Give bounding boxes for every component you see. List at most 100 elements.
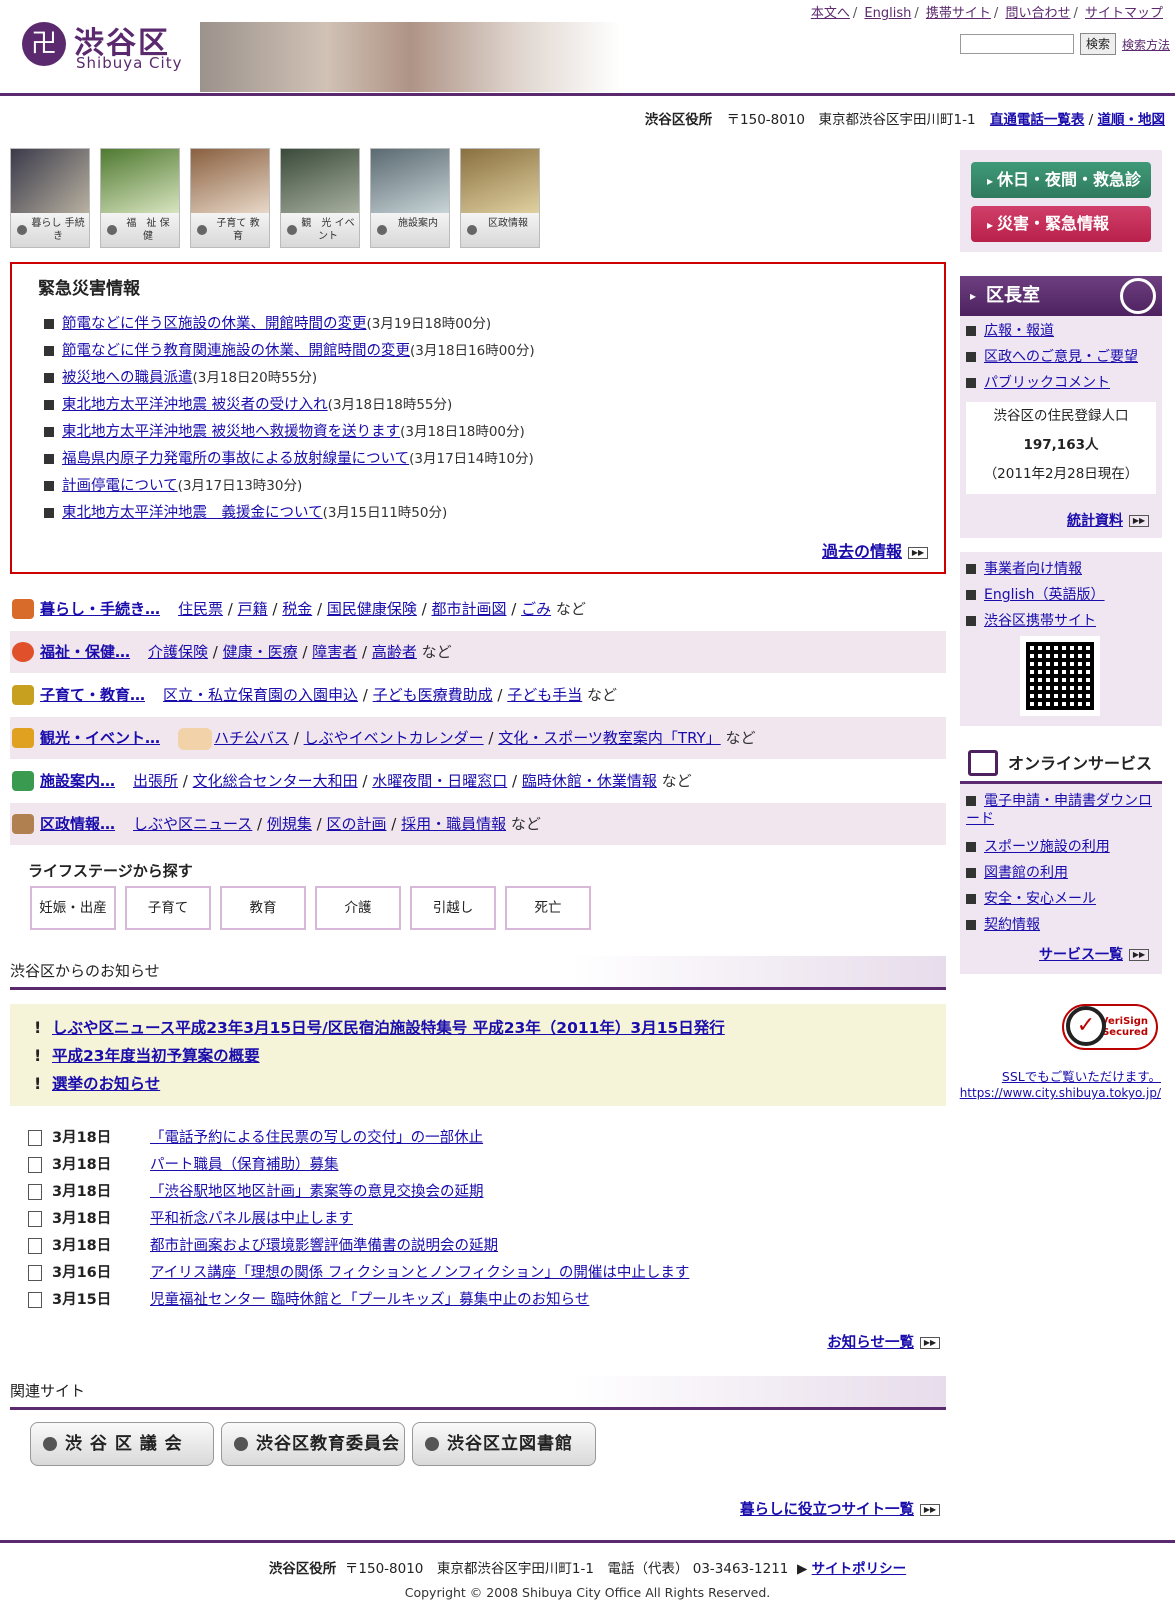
category-link[interactable]: 障害者: [312, 643, 357, 661]
useful-sites-label[interactable]: 暮らしに役立つサイト一覧: [740, 1502, 914, 1518]
category-link[interactable]: しぶやイベントカレンダー: [304, 729, 484, 747]
nav-icon-welfare[interactable]: 福 祉 保 健: [100, 148, 180, 248]
nav-icon-tourism[interactable]: 観 光 イベント: [280, 148, 360, 248]
category-link[interactable]: 区立・私立保育園の入園申込: [163, 686, 358, 704]
news-link[interactable]: 「電話予約による住民票の写しの交付」の一部休止: [150, 1130, 483, 1146]
category-link[interactable]: ハチ公バス: [214, 729, 289, 747]
category-link[interactable]: 国民健康保険: [327, 600, 417, 618]
emergency-link[interactable]: 東北地方太平洋沖地震 被災者の受け入れ: [62, 397, 328, 413]
link-library[interactable]: 図書館の利用: [984, 865, 1068, 881]
category-link[interactable]: 区の計画: [326, 815, 386, 833]
mayor-heading-label[interactable]: 区長室: [986, 285, 1040, 306]
news-link[interactable]: 「渋谷駅地区地区計画」素案等の意見交換会の延期: [150, 1184, 484, 1200]
related-library-button[interactable]: 渋谷区立図書館: [412, 1422, 596, 1466]
category-link[interactable]: 水曜夜間・日曜窓口: [372, 772, 507, 790]
news-link[interactable]: アイリス講座「理想の関係 フィクションとノンフィクション」の開催は中止します: [150, 1265, 689, 1281]
link-phone-list[interactable]: 直通電話一覧表: [990, 112, 1085, 128]
category-link[interactable]: 採用・職員情報: [401, 815, 506, 833]
link-contracts[interactable]: 契約情報: [984, 917, 1040, 933]
mayor-link-pr[interactable]: 広報・報道: [984, 323, 1054, 339]
emergency-link[interactable]: 計画停電について: [62, 478, 178, 494]
mayor-link-opinion[interactable]: 区政へのご意見・ご要望: [984, 349, 1138, 365]
emergency-link[interactable]: 東北地方太平洋沖地震 義援金について: [62, 505, 323, 521]
link-business[interactable]: 事業者向け情報: [984, 561, 1082, 577]
life-stage-pregnancy[interactable]: 妊娠・出産: [30, 886, 116, 930]
news-all-label[interactable]: お知らせ一覧: [827, 1335, 914, 1351]
category-link[interactable]: 子ども手当: [507, 686, 582, 704]
life-stage-death[interactable]: 死亡: [505, 886, 591, 930]
category-link[interactable]: 高齢者: [372, 643, 417, 661]
category-link[interactable]: 文化・スポーツ教室案内「TRY」: [498, 729, 721, 747]
life-stage-childcare[interactable]: 子育て: [125, 886, 211, 930]
past-info-label[interactable]: 過去の情報: [822, 542, 902, 561]
category-title[interactable]: 福祉・保健…: [40, 643, 130, 661]
category-link[interactable]: 文化総合センター大和田: [193, 772, 358, 790]
link-sitemap[interactable]: サイトマップ: [1085, 6, 1163, 21]
category-link[interactable]: 健康・医療: [223, 643, 298, 661]
emergency-link[interactable]: 東北地方太平洋沖地震 被災地へ救援物資を送ります: [62, 424, 400, 440]
search-input[interactable]: [960, 34, 1074, 54]
news-link[interactable]: 都市計画案および環境影響評価準備書の説明会の延期: [150, 1238, 498, 1254]
city-emblem-icon[interactable]: 卍: [22, 22, 66, 66]
emergency-link[interactable]: 節電などに伴う教育関連施設の休業、開館時間の変更: [62, 343, 410, 359]
past-info-link[interactable]: 過去の情報 ▶▶: [822, 538, 928, 562]
category-link[interactable]: 税金: [282, 600, 312, 618]
emergency-link[interactable]: 福島県内原子力発電所の事故による放射線量について: [62, 451, 409, 467]
category-title[interactable]: 区政情報…: [40, 815, 115, 833]
mayor-link-comment[interactable]: パブリックコメント: [984, 375, 1110, 391]
link-english[interactable]: English: [864, 6, 911, 21]
site-policy-link[interactable]: サイトポリシー: [812, 1561, 907, 1577]
link-safety-mail[interactable]: 安全・安心メール: [984, 891, 1096, 907]
category-link[interactable]: 例規集: [267, 815, 312, 833]
search-help-link[interactable]: 検索方法: [1122, 36, 1170, 53]
useful-sites-link[interactable]: 暮らしに役立つサイト一覧 ▶▶: [740, 1498, 940, 1519]
nav-icon-administration[interactable]: 区政情報: [460, 148, 540, 248]
category-link[interactable]: ごみ: [521, 600, 551, 618]
mayor-heading[interactable]: 区長室: [960, 276, 1162, 316]
category-link[interactable]: 出張所: [133, 772, 178, 790]
stats-link[interactable]: 統計資料 ▶▶: [1067, 510, 1149, 530]
category-title[interactable]: 施設案内…: [40, 772, 115, 790]
life-stage-nursing[interactable]: 介護: [315, 886, 401, 930]
link-main-content[interactable]: 本文へ: [811, 6, 850, 21]
category-link[interactable]: 都市計画図: [431, 600, 506, 618]
category-title[interactable]: 子育て・教育…: [40, 686, 145, 704]
stats-label[interactable]: 統計資料: [1067, 513, 1123, 529]
emergency-link[interactable]: 節電などに伴う区施設の休業、開館時間の変更: [62, 316, 367, 332]
category-title[interactable]: 観光・イベント…: [40, 729, 160, 747]
disaster-info-button[interactable]: 災害・緊急情報: [971, 206, 1151, 242]
news-link[interactable]: 平和祈念パネル展は中止します: [150, 1211, 353, 1227]
related-education-board-button[interactable]: 渋谷区教育委員会: [221, 1422, 405, 1466]
category-link[interactable]: 住民票: [178, 600, 223, 618]
category-link[interactable]: 戸籍: [238, 600, 268, 618]
highlight-link[interactable]: 選挙のお知らせ: [52, 1075, 160, 1093]
link-english-version[interactable]: English（英語版）: [984, 587, 1105, 603]
life-stage-moving[interactable]: 引越し: [410, 886, 496, 930]
link-mobile-site[interactable]: 渋谷区携帯サイト: [984, 613, 1096, 629]
link-map[interactable]: 道順・地図: [1098, 112, 1166, 128]
link-mobile[interactable]: 携帯サイト: [926, 6, 991, 21]
ssl-link[interactable]: SSLでもご覧いただけます。: [1002, 1066, 1161, 1085]
news-link[interactable]: パート職員（保育補助）募集: [150, 1157, 339, 1173]
highlight-link[interactable]: しぶや区ニュース平成23年3月15日号/区民宿泊施設特集号 平成23年（2011…: [52, 1019, 725, 1037]
category-title[interactable]: 暮らし・手続き…: [40, 600, 160, 618]
category-link[interactable]: しぶや区ニュース: [133, 815, 252, 833]
news-link[interactable]: 児童福祉センター 臨時休館と「プールキッズ」募集中止のお知らせ: [150, 1292, 589, 1308]
nav-icon-living[interactable]: 暮らし 手続き: [10, 148, 90, 248]
link-e-application[interactable]: 電子申請・申請書ダウンロード: [966, 793, 1152, 827]
category-link[interactable]: 臨時休館・休業情報: [522, 772, 657, 790]
life-stage-education[interactable]: 教育: [220, 886, 306, 930]
service-list-link[interactable]: サービス一覧 ▶▶: [1039, 944, 1149, 964]
link-sports-facilities[interactable]: スポーツ施設の利用: [984, 839, 1110, 855]
holiday-clinic-button[interactable]: 休日・夜間・救急診療: [971, 162, 1151, 226]
link-contact[interactable]: 問い合わせ: [1005, 6, 1070, 21]
highlight-link[interactable]: 平成23年度当初予算案の概要: [52, 1047, 260, 1065]
search-button[interactable]: 検索: [1080, 33, 1116, 55]
service-list-label[interactable]: サービス一覧: [1039, 947, 1123, 963]
news-all-link[interactable]: お知らせ一覧 ▶▶: [827, 1331, 940, 1352]
nav-icon-facilities[interactable]: 施設案内: [370, 148, 450, 248]
category-link[interactable]: 子ども医療費助成: [373, 686, 493, 704]
ssl-url[interactable]: https://www.city.shibuya.tokyo.jp/: [960, 1086, 1161, 1100]
emergency-link[interactable]: 被災地への職員派遣: [62, 370, 193, 386]
related-council-button[interactable]: 渋 谷 区 議 会: [30, 1422, 214, 1466]
